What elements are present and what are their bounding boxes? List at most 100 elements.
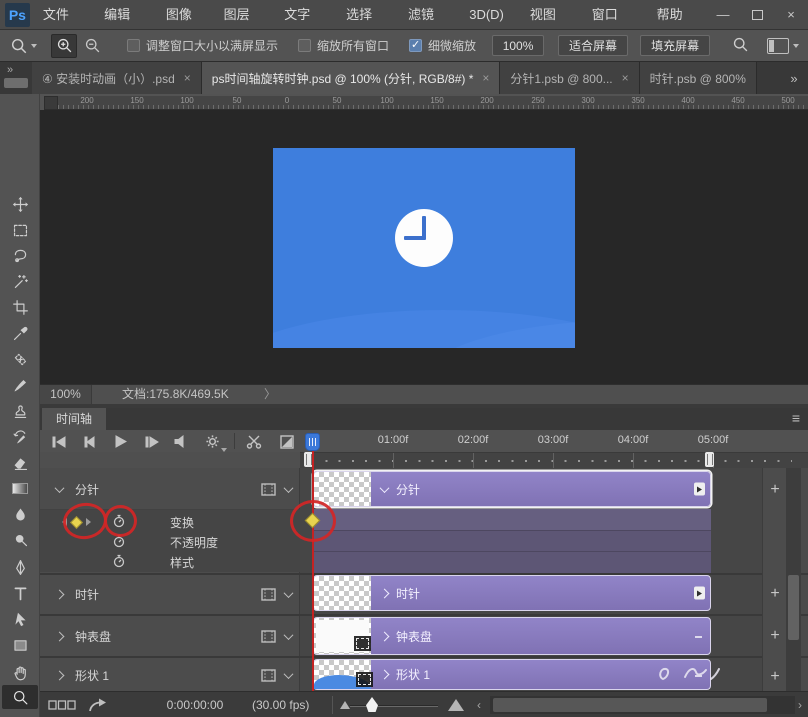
move-tool-button[interactable] xyxy=(0,192,40,216)
render-video-button[interactable] xyxy=(88,692,108,717)
layer-row-hour-hand[interactable]: 时针 xyxy=(40,576,300,612)
stopwatch-icon[interactable] xyxy=(112,554,126,571)
clip-hour-hand[interactable]: 时针 xyxy=(313,575,711,611)
close-icon[interactable]: × xyxy=(184,71,191,85)
add-media-button[interactable]: + xyxy=(763,586,787,602)
timeline-horizontal-scrollbar[interactable] xyxy=(490,696,795,714)
play-button[interactable] xyxy=(110,433,132,450)
split-clip-button[interactable] xyxy=(243,433,265,450)
next-keyframe-icon[interactable] xyxy=(86,518,91,526)
stopwatch-icon[interactable] xyxy=(112,514,126,531)
brush-tool-button[interactable] xyxy=(0,373,40,397)
panel-dock-collapsed[interactable]: » xyxy=(0,62,32,94)
zoom-out-timeline-button[interactable] xyxy=(340,692,350,717)
add-media-button[interactable]: + xyxy=(763,482,787,498)
status-zoom-level[interactable]: 100% xyxy=(40,385,92,405)
timeline-settings-button[interactable] xyxy=(201,433,223,450)
status-options-chevron[interactable]: 〉 xyxy=(264,385,276,404)
fit-screen-button[interactable]: 适合屏幕 xyxy=(558,35,628,56)
expand-icon[interactable] xyxy=(380,631,390,641)
next-frame-button[interactable] xyxy=(141,433,163,450)
scrollbar-thumb[interactable] xyxy=(788,575,799,640)
path-selection-tool-button[interactable] xyxy=(0,607,40,631)
horizontal-ruler[interactable]: 200 150 100 50 0 50 100 150 200 250 300 … xyxy=(58,96,808,110)
add-media-button[interactable]: + xyxy=(763,669,787,685)
chevron-down-icon[interactable] xyxy=(284,630,294,640)
menu-view[interactable]: 视图(V) xyxy=(517,0,579,30)
zoom-tool-preset[interactable] xyxy=(10,37,37,55)
zoom-percentage-field[interactable]: 100% xyxy=(492,35,544,56)
menu-edit[interactable]: 编辑(E) xyxy=(91,0,153,30)
tab-document-3[interactable]: 分针1.psb @ 800... × xyxy=(500,62,639,94)
keyframe-diamond-icon[interactable] xyxy=(70,516,83,529)
healing-brush-tool-button[interactable] xyxy=(0,347,40,371)
timeline-vertical-scrollbar[interactable] xyxy=(786,468,801,691)
menu-layer[interactable]: 图层(L) xyxy=(211,0,272,30)
canvas-workspace[interactable] xyxy=(40,110,808,384)
workspace-switcher[interactable] xyxy=(767,38,799,54)
tab-document-2-active[interactable]: ps时间轴旋转时钟.psd @ 100% (分针, RGB/8#) * × xyxy=(202,62,501,94)
scrollbar-thumb[interactable] xyxy=(493,698,767,712)
pen-tool-button[interactable] xyxy=(0,555,40,579)
frames-strip[interactable] xyxy=(300,452,808,468)
property-row-style[interactable]: 样式 xyxy=(40,552,300,572)
previous-keyframe-icon[interactable] xyxy=(62,518,67,526)
layer-row-shape-1[interactable]: 形状 1 xyxy=(40,660,300,690)
audio-mute-button[interactable] xyxy=(170,433,192,450)
zoom-in-button[interactable] xyxy=(51,34,77,58)
expand-icon[interactable] xyxy=(380,670,390,680)
timeline-zoom-slider-thumb[interactable] xyxy=(366,697,378,712)
document-canvas[interactable] xyxy=(273,148,575,348)
shape-tool-button[interactable] xyxy=(0,633,40,657)
zoom-all-windows-checkbox[interactable]: 缩放所有窗口 xyxy=(298,37,389,54)
marquee-tool-button[interactable] xyxy=(0,218,40,242)
menu-filter[interactable]: 滤镜(T) xyxy=(395,0,456,30)
zoom-tool-button-selected[interactable] xyxy=(2,685,38,709)
type-tool-button[interactable] xyxy=(0,581,40,605)
scrubby-zoom-checkbox[interactable]: 细微缩放 xyxy=(409,37,476,54)
work-area-end-handle[interactable] xyxy=(705,452,714,467)
playhead[interactable] xyxy=(305,433,320,451)
close-icon[interactable]: × xyxy=(622,71,629,85)
hand-tool-button[interactable] xyxy=(0,660,40,684)
menu-image[interactable]: 图像(I) xyxy=(153,0,211,30)
eraser-tool-button[interactable] xyxy=(0,451,40,475)
window-close-button[interactable]: × xyxy=(774,0,808,30)
clip-shape-1[interactable]: 形状 1 xyxy=(313,659,711,690)
scroll-right-button[interactable]: › xyxy=(798,692,802,717)
expand-icon[interactable] xyxy=(380,588,390,598)
quick-selection-tool-button[interactable] xyxy=(0,269,40,293)
property-row-opacity[interactable]: 不透明度 xyxy=(40,532,300,552)
gradient-tool-button[interactable] xyxy=(0,476,40,500)
layer-row-minute-hand[interactable]: 分针 xyxy=(40,470,300,508)
close-icon[interactable]: × xyxy=(482,71,489,85)
blur-tool-button[interactable] xyxy=(0,502,40,526)
convert-to-frame-animation-button[interactable] xyxy=(48,692,76,717)
menu-type[interactable]: 文字(Y) xyxy=(271,0,333,30)
expand-icon[interactable] xyxy=(55,631,65,641)
expand-icon[interactable] xyxy=(55,670,65,680)
history-brush-tool-button[interactable] xyxy=(0,425,40,449)
zoom-out-button[interactable] xyxy=(79,34,105,58)
zoom-in-timeline-button[interactable] xyxy=(448,692,464,717)
chevron-down-icon[interactable] xyxy=(284,669,294,679)
previous-frame-button[interactable] xyxy=(79,433,101,450)
fill-screen-button[interactable]: 填充屏幕 xyxy=(640,35,710,56)
stopwatch-icon[interactable] xyxy=(112,534,126,551)
window-minimize-button[interactable]: — xyxy=(706,0,740,30)
collapse-icon[interactable] xyxy=(380,483,390,493)
current-timecode[interactable]: 0:00:00:00 xyxy=(145,692,245,717)
clone-stamp-tool-button[interactable] xyxy=(0,399,40,423)
layer-row-clock-dial[interactable]: 钟表盘 xyxy=(40,618,300,654)
menu-help[interactable]: 帮助(H) xyxy=(644,0,706,30)
timeline-tab[interactable]: 时间轴 xyxy=(42,408,106,430)
menu-window[interactable]: 窗口(W) xyxy=(579,0,644,30)
property-row-transform[interactable]: 变换 xyxy=(40,512,300,532)
first-frame-button[interactable] xyxy=(48,433,70,450)
keyframe-navigator[interactable] xyxy=(62,518,91,527)
eyedropper-tool-button[interactable] xyxy=(0,321,40,345)
crop-tool-button[interactable] xyxy=(0,295,40,319)
edit-toolbar-button[interactable] xyxy=(0,710,40,717)
menu-3d[interactable]: 3D(D) xyxy=(456,0,517,30)
panel-menu-icon[interactable]: ≡ xyxy=(792,408,800,430)
